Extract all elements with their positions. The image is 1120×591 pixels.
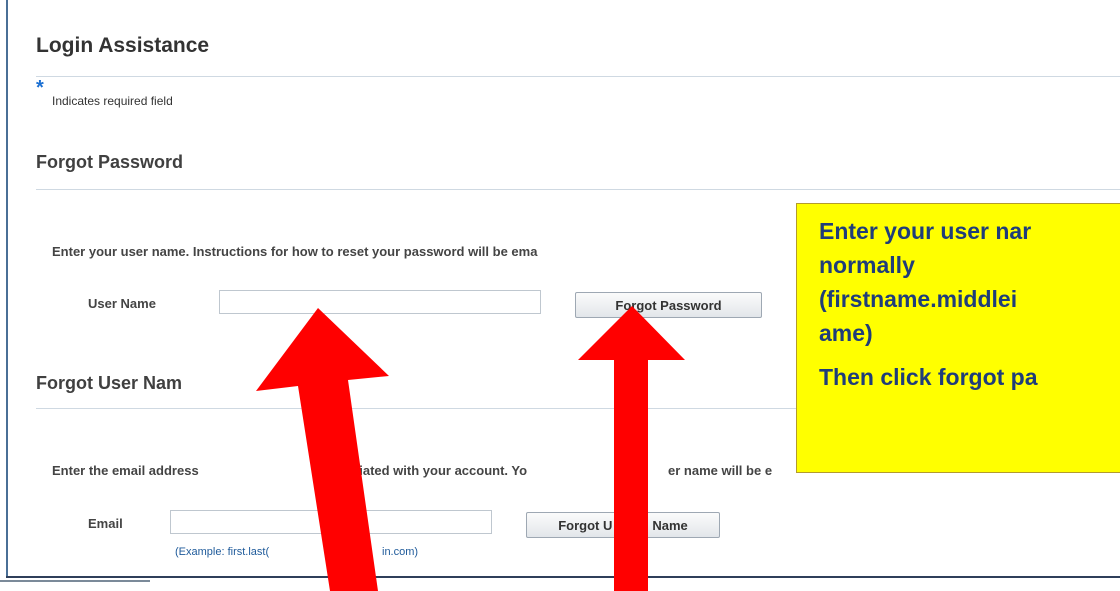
forgot-password-heading: Forgot Password [36,152,184,172]
forgot-password-instruction: Enter your user name. Instructions for h… [52,244,538,259]
email-label: Email [88,516,123,531]
callout-line-4: ame) [819,320,873,346]
forgot-password-divider [36,189,1120,190]
email-example-1: (Example: first.last( [175,546,270,558]
title-divider [36,76,1120,77]
callout-line-1: Enter your user nar [819,218,1032,244]
red-arrow-username [256,308,389,591]
user-name-input[interactable] [219,290,541,314]
forgot-username-button-label-1: Forgot U [558,517,613,533]
page-bottom-border [6,576,1120,578]
email-example-2: in.com) [382,546,419,558]
required-note: Indicates required field [52,94,173,108]
instruction-callout: Enter your user nar normally (firstname.… [796,203,1120,473]
email-input[interactable] [170,510,492,534]
forgot-username-button[interactable]: Forgot U Name [526,512,720,538]
callout-line-2: normally [819,252,915,278]
bottom-tick [0,580,150,582]
page-title: Login Assistance [36,34,210,57]
required-asterisk: * [36,77,44,99]
forgot-username-instruction-1: Enter the email address [52,463,199,478]
forgot-password-button[interactable]: Forgot Password [575,292,762,318]
callout-line-5: Then click forgot pa [819,364,1038,390]
page-left-border [6,0,8,578]
user-name-label: User Name [88,296,156,311]
callout-line-3: (firstname.middlei [819,286,1018,312]
red-arrow-forgot-button [578,306,685,591]
forgot-username-instruction-3: er name will be e [668,463,773,478]
forgot-username-heading: Forgot User Nam [36,373,183,393]
forgot-username-instruction-2: ciated with your account. Yo [352,463,528,478]
forgot-username-button-label-2: Name [652,517,688,533]
